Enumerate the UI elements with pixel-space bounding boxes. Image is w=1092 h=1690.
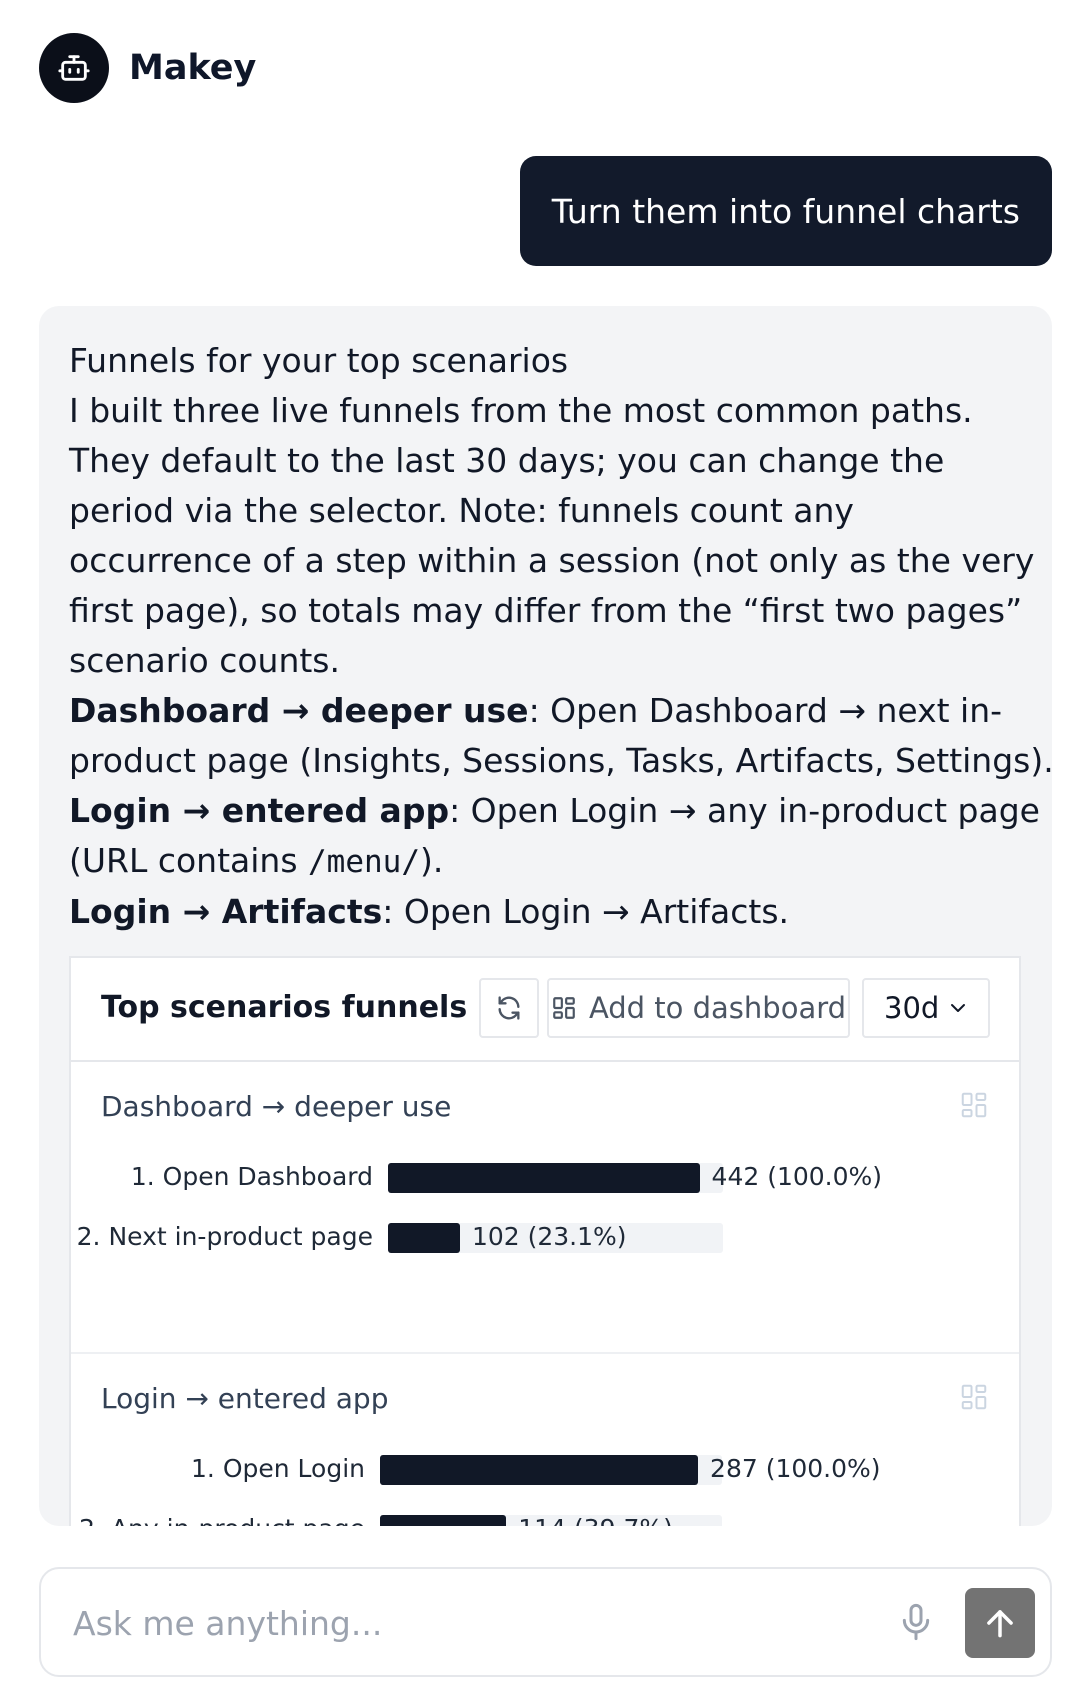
card-title: Top scenarios funnels (…: [101, 990, 522, 1025]
message-line: scenario counts.: [69, 641, 340, 680]
step-label: 2. Next in-product page: [76, 1222, 373, 1251]
assistant-message-text: Funnels for your top scenarios I built t…: [69, 336, 1052, 937]
card-header: Top scenarios funnels (… Add to dashboar…: [71, 958, 1019, 1062]
chat-header: Makey: [39, 33, 256, 103]
add-to-dashboard-button[interactable]: Add to dashboard: [547, 978, 850, 1038]
funnel-dashboard-deeper-use: Dashboard → deeper use 1. Open Dashboard…: [71, 1062, 1019, 1354]
period-value: 30d: [884, 991, 940, 1025]
refresh-icon: [498, 996, 520, 1020]
send-button[interactable]: [965, 1588, 1035, 1658]
funnel-title: Login → entered app: [101, 1382, 389, 1415]
microphone-icon[interactable]: [896, 1599, 936, 1645]
message-line: They default to the last 30 days; you ca…: [69, 441, 945, 480]
step-track: [380, 1455, 722, 1485]
message-line: occurrence of a step within a session (n…: [69, 541, 1035, 580]
refresh-button[interactable]: [479, 978, 539, 1038]
step-bar: [380, 1515, 507, 1526]
message-line: period via the selector. Note: funnels c…: [69, 491, 854, 530]
scenario-name: Dashboard → deeper use: [69, 691, 529, 730]
scenario-desc: : Open Dashboard → next in-: [528, 691, 1003, 730]
chevron-down-icon: [951, 1004, 965, 1012]
step-value: 114 (39.7%): [518, 1511, 673, 1526]
funnel-card: Top scenarios funnels (… Add to dashboar…: [69, 956, 1021, 1526]
scenario-name: Login → entered app: [69, 791, 450, 830]
step-track: [388, 1163, 723, 1193]
url-code: /menu/: [308, 844, 420, 880]
step-value: 442 (100.0%): [711, 1162, 883, 1191]
message-composer: [39, 1567, 1052, 1677]
step-label: 1. Open Login: [191, 1454, 365, 1483]
step-label: 2. Any in-product page: [79, 1511, 365, 1526]
assistant-message: Funnels for your top scenarios I built t…: [39, 306, 1052, 1526]
message-line: I built three live funnels from the most…: [69, 391, 973, 430]
step-bar: [388, 1223, 460, 1253]
step-label: 1. Open Dashboard: [130, 1162, 373, 1191]
period-select[interactable]: 30d: [862, 978, 990, 1038]
scenario-desc: ).: [420, 841, 444, 880]
scenario-desc: (URL contains: [69, 841, 309, 880]
step-value: 287 (100.0%): [710, 1454, 881, 1483]
chat-input[interactable]: [71, 1589, 835, 1657]
funnel-login-entered-app: Login → entered app 1. Open Login 287 (1…: [71, 1354, 1019, 1526]
user-message-bubble: Turn them into funnel charts: [519, 156, 1052, 266]
scenario-desc: : Open Login → Artifacts.: [382, 892, 790, 931]
step-value: 102 (23.1%): [471, 1222, 627, 1251]
user-message-text: Turn them into funnel charts: [551, 191, 1020, 231]
app-name: Makey: [129, 48, 257, 88]
scenario-item-login-app: Login → entered app: Open Login → any in…: [69, 786, 1040, 836]
funnel-step: 2. Next in-product page 102 (23.1%): [71, 1219, 1019, 1255]
scenario-item-dashboard: Dashboard → deeper use: Open Dashboard →…: [69, 686, 1029, 736]
message-heading: Funnels for your top scenarios: [69, 341, 569, 380]
dashboard-grid-icon: [553, 997, 575, 1019]
scenario-name: Login → Artifacts: [69, 892, 383, 931]
add-to-dashboard-label: Add to dashboard: [588, 991, 847, 1025]
funnel-step: 1. Open Dashboard 442 (100.0%): [71, 1159, 1019, 1195]
scenario-item-login-artifacts: Login → Artifacts: Open Login → Artifact…: [69, 887, 1029, 937]
step-bar: [388, 1163, 700, 1193]
robot-icon: [58, 55, 90, 81]
funnel-step: 1. Open Login 287 (100.0%): [71, 1451, 1019, 1487]
add-to-dashboard-icon[interactable]: [959, 1382, 989, 1412]
step-bar: [380, 1455, 699, 1485]
scenario-item-dashboard-cont: product page (Insights, Sessions, Tasks,…: [69, 741, 1052, 780]
message-line: first page), so totals may differ from t…: [69, 591, 1023, 630]
add-to-dashboard-icon[interactable]: [959, 1090, 989, 1120]
funnel-title: Dashboard → deeper use: [101, 1090, 452, 1123]
avatar: [39, 33, 109, 103]
arrow-up-icon: [987, 1610, 1013, 1638]
funnel-step: 2. Any in-product page 114 (39.7%): [71, 1511, 1019, 1526]
scenario-item-login-app-cont: (URL contains /menu/).: [69, 836, 1029, 887]
scenario-desc: : Open Login → any in-product page: [449, 791, 1040, 830]
